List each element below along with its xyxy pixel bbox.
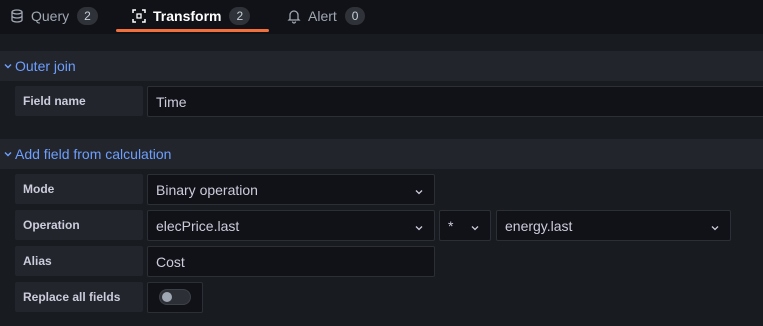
bell-icon: [286, 8, 302, 24]
database-icon: [9, 8, 25, 24]
transform-icon: [131, 8, 147, 24]
chevron-down-icon: [1, 61, 15, 71]
operation-label: Operation: [15, 210, 143, 240]
operation-left-value: elecPrice.last: [156, 217, 240, 234]
add-field-title: Add field from calculation: [15, 146, 172, 162]
field-name-value: Time: [156, 93, 187, 110]
operation-right-select[interactable]: energy.last: [496, 210, 731, 241]
operation-left-select[interactable]: elecPrice.last: [147, 210, 435, 241]
operator-value: *: [448, 217, 454, 234]
chevron-down-icon: [414, 184, 424, 195]
tab-transform-count: 2: [229, 7, 251, 25]
field-name-label: Field name: [15, 86, 143, 116]
tab-query-label: Query: [31, 8, 70, 24]
tab-transform[interactable]: Transform 2: [131, 0, 251, 32]
tab-alert[interactable]: Alert 0: [286, 0, 366, 32]
alias-label: Alias: [15, 246, 143, 276]
operator-select[interactable]: *: [439, 210, 491, 241]
tab-alert-count: 0: [344, 7, 366, 25]
tab-alert-label: Alert: [308, 8, 337, 24]
add-field-header[interactable]: Add field from calculation: [0, 139, 763, 169]
tab-query[interactable]: Query 2: [9, 0, 98, 32]
operation-right-value: energy.last: [505, 217, 573, 234]
mode-label: Mode: [15, 174, 143, 204]
toggle-knob: [162, 292, 172, 302]
chevron-down-icon: [414, 220, 424, 231]
alias-value: Cost: [156, 253, 185, 270]
outer-join-header[interactable]: Outer join: [0, 51, 763, 81]
field-name-input[interactable]: Time: [147, 86, 763, 117]
tab-bar: Query 2 Transform 2 Alert 0: [0, 0, 763, 35]
mode-value: Binary operation: [156, 181, 258, 198]
transform-panel: Outer join Field name Time Add field fro…: [0, 34, 763, 326]
mode-select[interactable]: Binary operation: [147, 174, 435, 205]
tab-transform-label: Transform: [153, 8, 222, 24]
outer-join-title: Outer join: [15, 58, 76, 74]
chevron-down-icon: [470, 220, 480, 231]
chevron-down-icon: [710, 220, 720, 231]
tab-query-count: 2: [77, 7, 98, 25]
replace-all-fields-container: [147, 282, 203, 313]
active-tab-indicator: [116, 29, 269, 32]
alias-input[interactable]: Cost: [147, 246, 435, 277]
replace-all-fields-label: Replace all fields: [15, 282, 143, 312]
replace-all-fields-toggle[interactable]: [159, 289, 191, 305]
chevron-down-icon: [1, 149, 15, 159]
